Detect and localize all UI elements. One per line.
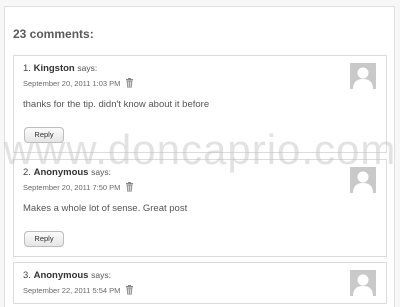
- says-label: says:: [77, 63, 97, 73]
- comment-text: thanks for the tip. didn't know about it…: [23, 99, 209, 110]
- comment-author-line: 2. Anonymous says:: [23, 167, 111, 178]
- comment-author-line: 3. Anonymous says:: [23, 270, 111, 281]
- comment-meta: September 22, 2011 5:54 PM: [23, 285, 134, 297]
- comment-date[interactable]: September 20, 2011 7:50 PM: [23, 183, 120, 192]
- comment-date[interactable]: September 20, 2011 1:03 PM: [23, 79, 120, 88]
- comment-author: Anonymous: [34, 167, 89, 178]
- comment-1: 1. Kingston says: September 20, 2011 1:0…: [13, 55, 387, 153]
- says-label: says:: [91, 270, 111, 280]
- reply-button[interactable]: Reply: [24, 127, 64, 143]
- default-avatar-icon: [350, 270, 376, 296]
- default-avatar-icon: [350, 167, 376, 193]
- comment-number: 1.: [23, 63, 31, 74]
- says-label: says:: [91, 167, 111, 177]
- comment-meta: September 20, 2011 7:50 PM: [23, 182, 134, 194]
- trash-icon[interactable]: [125, 285, 134, 297]
- comment-3: 3. Anonymous says: September 22, 2011 5:…: [13, 262, 387, 304]
- comment-author-line: 1. Kingston says:: [23, 63, 97, 74]
- reply-button[interactable]: Reply: [24, 231, 64, 247]
- comment-2: 2. Anonymous says: September 20, 2011 7:…: [13, 159, 387, 257]
- comment-meta: September 20, 2011 1:03 PM: [23, 78, 134, 90]
- comments-heading: 23 comments:: [13, 27, 94, 41]
- trash-icon[interactable]: [125, 78, 134, 90]
- comment-number: 3.: [23, 270, 31, 281]
- trash-icon[interactable]: [125, 182, 134, 194]
- comment-author[interactable]: Kingston: [34, 63, 75, 74]
- comment-author: Anonymous: [34, 270, 89, 281]
- default-avatar-icon: [350, 63, 376, 89]
- comment-text: Makes a whole lot of sense. Great post: [23, 203, 187, 214]
- comment-number: 2.: [23, 167, 31, 178]
